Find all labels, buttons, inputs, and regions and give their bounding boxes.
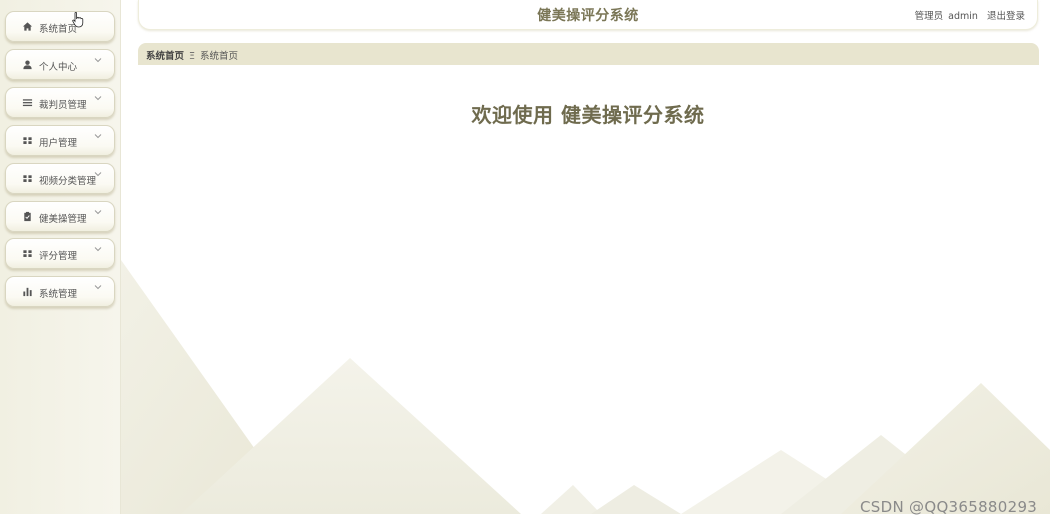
home-icon [22, 22, 33, 31]
sidebar-item-label: 系统管理 [39, 289, 78, 300]
sidebar-item-home[interactable]: 系统首页 [5, 11, 115, 42]
welcome-heading: 欢迎使用 健美操评分系统 [471, 103, 705, 127]
chevron-down-icon [94, 58, 102, 63]
top-header: 健美操评分系统 管理员 admin 退出登录 [138, 0, 1038, 30]
background-mountains [121, 260, 1050, 514]
sidebar-item-label: 视频分类管理 [39, 176, 97, 187]
breadcrumb-current: 系统首页 [200, 51, 239, 62]
sidebar-item-label: 个人中心 [39, 62, 78, 73]
breadcrumb: 系统首页 Ξ 系统首页 [138, 43, 1039, 65]
chevron-down-icon [94, 96, 102, 101]
sidebar-item-users[interactable]: 用户管理 [5, 125, 115, 156]
username: admin [948, 11, 978, 22]
sidebar-item-system[interactable]: 系统管理 [5, 276, 115, 307]
breadcrumb-home[interactable]: 系统首页 [146, 51, 184, 62]
grid-icon [23, 137, 32, 144]
mouse-pointer-icon [72, 12, 84, 28]
list-icon [22, 99, 33, 107]
sidebar-item-referee[interactable]: 裁判员管理 [5, 87, 115, 118]
sidebar-item-video-category[interactable]: 视频分类管理 [5, 163, 115, 194]
user-icon [23, 60, 32, 70]
sidebar-item-scoring[interactable]: 评分管理 [5, 238, 115, 269]
user-role: 管理员 [914, 11, 944, 22]
sidebar-item-label: 健美操管理 [39, 214, 87, 225]
sidebar: 系统首页 个人中心 裁判员管理 用户管理 视频分类管理 健美操管理 评分管理 系… [0, 0, 121, 514]
sidebar-item-label: 裁判员管理 [39, 100, 87, 111]
chevron-down-icon [94, 210, 102, 215]
sidebar-item-aerobics[interactable]: 健美操管理 [5, 201, 115, 232]
watermark: CSDN @QQ365880293 [860, 498, 1038, 516]
chevron-down-icon [94, 172, 102, 177]
user-area: 管理员 admin 退出登录 [913, 8, 1025, 22]
grid-icon [23, 175, 32, 182]
sidebar-item-label: 用户管理 [39, 138, 78, 149]
sidebar-item-personal-center[interactable]: 个人中心 [5, 49, 115, 80]
chevron-down-icon [94, 285, 102, 290]
grid-icon [23, 250, 32, 257]
app-title: 健美操评分系统 [537, 8, 639, 24]
chevron-down-icon [94, 134, 102, 139]
bar-chart-icon [23, 287, 32, 297]
breadcrumb-separator: Ξ [189, 51, 196, 62]
logout-link[interactable]: 退出登录 [987, 11, 1025, 22]
sidebar-item-label: 评分管理 [39, 251, 78, 262]
clipboard-icon [24, 211, 31, 222]
chevron-down-icon [94, 247, 102, 252]
